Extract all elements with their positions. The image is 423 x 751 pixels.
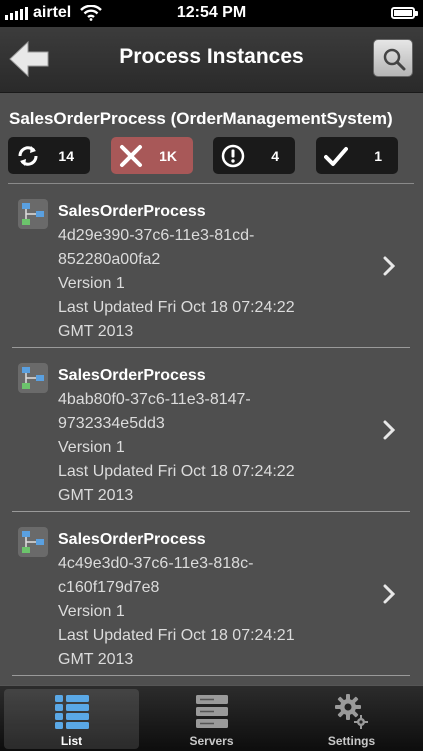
page-title: Process Instances [119,45,304,68]
tab-label: Settings [327,734,376,748]
instance-id: 4bab80f0-37c6-11e3-8147- [58,391,251,408]
instance-updated: Last Updated Fri Oct 18 07:24:21 [58,627,295,644]
instance-updated: Last Updated Fri Oct 18 07:24:22 [58,299,295,316]
warning-count: 4 [271,148,279,164]
process-flow-icon [18,363,48,393]
battery-icon [391,7,418,19]
process-flow-icon [18,199,48,229]
instance-version: Version 1 [58,439,125,456]
process-flow-icon [18,527,48,557]
tab-label: List [60,734,83,748]
search-button[interactable] [373,39,413,77]
instance-version: Version 1 [58,275,125,292]
navigation-bar: Process Instances [0,27,423,93]
chevron-right-icon [383,584,395,604]
warning-filter-button[interactable]: 4 [213,137,295,174]
refresh-icon [18,146,38,166]
instance-id-cont: 852280a00fa2 [58,251,161,268]
servers-icon [195,695,228,728]
tab-list[interactable]: List [4,689,139,749]
tab-servers[interactable]: Servers [144,689,279,749]
instance-name: SalesOrderProcess [58,367,206,384]
list-item[interactable]: SalesOrderProcess 4c49e3d0-37c6-11e3-818… [0,512,423,676]
chevron-right-icon [383,256,395,276]
status-bar: airtel 12:54 PM [0,0,423,27]
completed-count: 1 [374,148,382,164]
failed-count: 1K [159,148,177,164]
instance-updated-cont: GMT 2013 [58,651,134,668]
list-item[interactable]: SalesOrderProcess 4d29e390-37c6-11e3-81c… [0,184,423,348]
instance-id: 4d29e390-37c6-11e3-81cd- [58,227,255,244]
tab-bar: List Servers Settings [0,685,423,751]
instance-name: SalesOrderProcess [58,531,206,548]
process-title: SalesOrderProcess (OrderManagementSystem… [9,109,393,128]
list-item[interactable]: SalesOrderProcess 4bab80f0-37c6-11e3-814… [0,348,423,512]
checkmark-icon [324,147,348,166]
instance-id: 4c49e3d0-37c6-11e3-818c- [58,555,254,572]
chevron-right-icon [383,420,395,440]
instance-id-cont: 9732334e5dd3 [58,415,165,432]
instance-updated-cont: GMT 2013 [58,323,134,340]
instance-details: SalesOrderProcess 4d29e390-37c6-11e3-81c… [58,200,358,344]
search-icon [383,48,406,71]
back-arrow-icon [9,40,49,78]
instance-updated: Last Updated Fri Oct 18 07:24:22 [58,463,295,480]
instance-name: SalesOrderProcess [58,203,206,220]
active-filter-button[interactable]: 14 [8,137,90,174]
completed-filter-button[interactable]: 1 [316,137,398,174]
failed-filter-button[interactable]: 1K [111,137,193,174]
instance-version: Version 1 [58,603,125,620]
divider [12,675,410,676]
list-icon [54,695,89,729]
gear-icon [334,694,368,729]
instance-updated-cont: GMT 2013 [58,487,134,504]
instance-details: SalesOrderProcess 4c49e3d0-37c6-11e3-818… [58,528,358,672]
close-icon [120,145,142,167]
instance-id-cont: c160f179d7e8 [58,579,160,596]
instance-details: SalesOrderProcess 4bab80f0-37c6-11e3-814… [58,364,358,508]
back-button[interactable] [8,39,50,79]
alert-icon [221,144,245,168]
tab-settings[interactable]: Settings [284,689,419,749]
status-summary: 14 1K 4 1 [8,137,416,175]
tab-label: Servers [189,734,234,748]
status-time: 12:54 PM [176,4,247,21]
active-count: 14 [58,148,74,164]
